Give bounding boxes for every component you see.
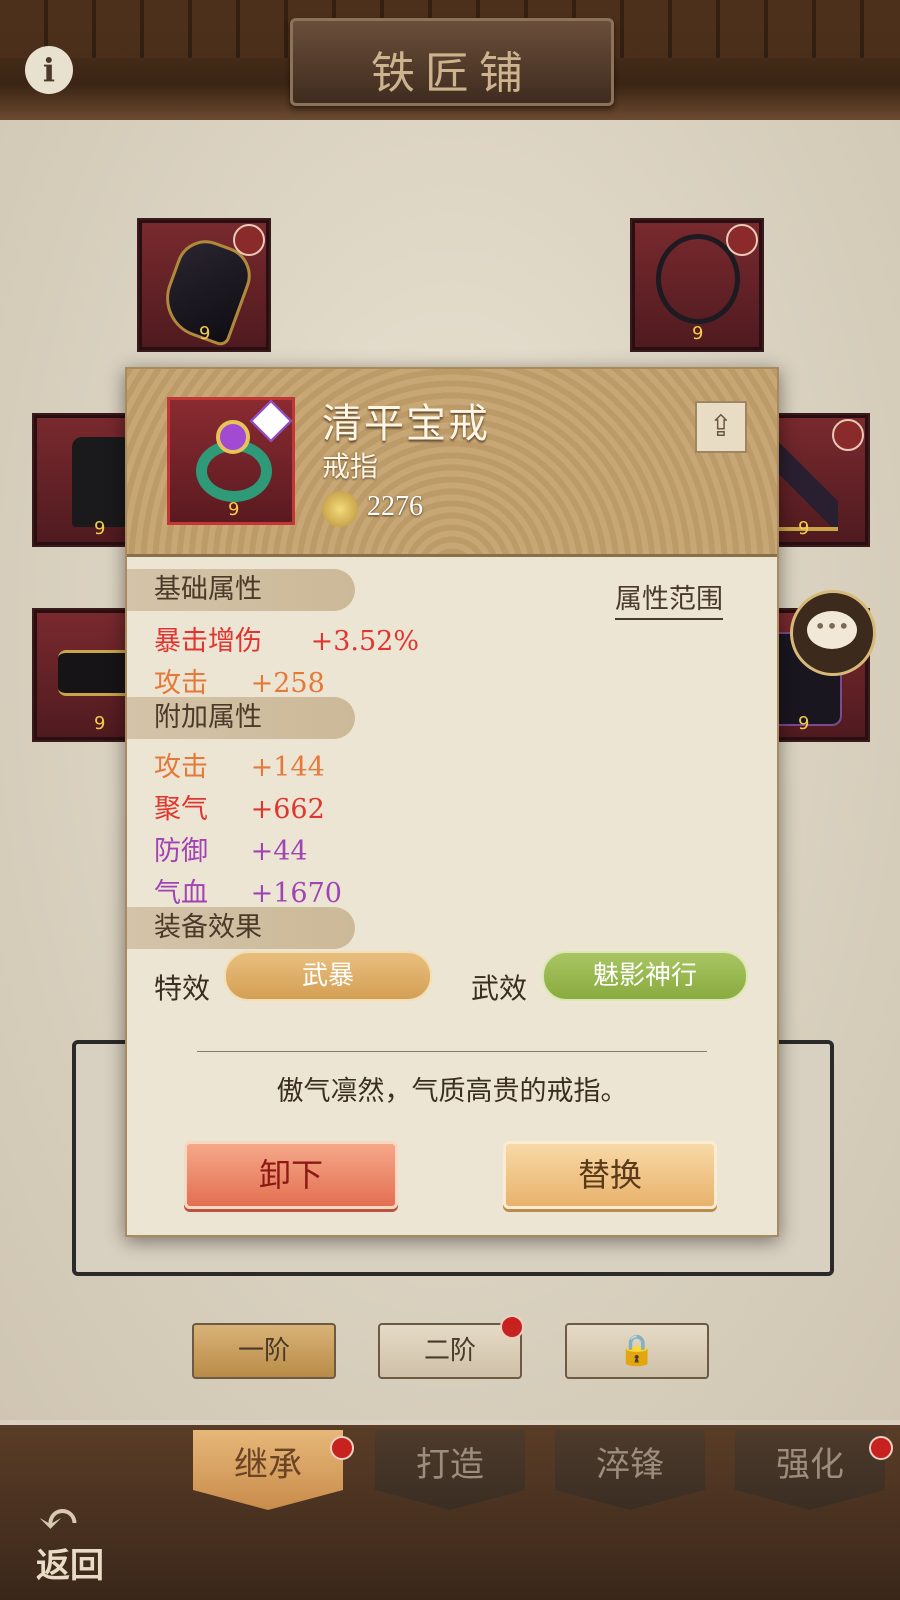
tier-2-button[interactable]: 二阶 <box>378 1315 524 1379</box>
extra-stat-row: 攻击 +144 <box>154 745 325 784</box>
special-effect-badge[interactable]: 武暴 <box>224 951 432 1001</box>
extra-stat-row: 气血 +1670 <box>154 871 342 910</box>
tier-1-button[interactable]: 一阶 <box>192 1323 336 1379</box>
basic-stat-row: 暴击增伤 +3.52% <box>154 619 419 658</box>
attribute-range-link[interactable]: 属性范围 <box>615 577 723 620</box>
basic-stat-row: 攻击 +258 <box>154 661 325 700</box>
stat-name: 攻击 <box>154 752 208 783</box>
item-icon[interactable]: 9 <box>167 397 295 525</box>
share-icon[interactable]: ⇪ <box>695 401 747 453</box>
stat-name: 防御 <box>154 836 208 867</box>
martial-effect-label: 武效 <box>471 972 528 1005</box>
info-icon[interactable]: i <box>25 46 73 94</box>
extra-stat-row: 防御 +44 <box>154 829 308 868</box>
tier-3-locked-button[interactable]: 🔒 <box>565 1323 709 1379</box>
power-value: 2276 <box>367 491 423 522</box>
stat-value: +144 <box>250 752 325 783</box>
basic-attributes-header: 基础属性 <box>127 569 355 611</box>
stat-value: +258 <box>250 668 325 699</box>
lock-icon: 🔒 <box>618 1333 656 1368</box>
slot-number: 9 <box>798 518 810 539</box>
popup-header: 9 清平宝戒 戒指 2276 ⇪ <box>127 369 777 557</box>
special-effect-label: 特效 <box>154 972 211 1005</box>
slot-number: 9 <box>692 323 704 344</box>
stat-name: 聚气 <box>154 794 208 825</box>
extra-attributes-header: 附加属性 <box>127 697 355 739</box>
power-icon <box>322 491 358 527</box>
slot-number: 9 <box>199 323 211 344</box>
replace-button[interactable]: 替换 <box>503 1141 717 1209</box>
stat-value: +3.52% <box>310 626 419 657</box>
grade-badge-icon <box>832 419 864 451</box>
chat-button[interactable]: ••• <box>790 590 876 676</box>
title-plaque: 铁匠铺 <box>290 18 614 106</box>
notification-dot <box>869 1436 893 1460</box>
notification-dot <box>500 1315 524 1339</box>
item-name: 清平宝戒 <box>322 401 490 447</box>
unequip-button[interactable]: 卸下 <box>184 1141 398 1209</box>
back-button[interactable]: ↶ 返回 <box>28 1490 128 1586</box>
stat-name: 攻击 <box>154 668 208 699</box>
item-detail-popup: 9 清平宝戒 戒指 2276 ⇪ 基础属性 属性范围 暴击增伤 +3.52% 攻… <box>125 367 779 1237</box>
stat-name: 气血 <box>154 878 208 909</box>
grade-badge-icon <box>726 224 758 256</box>
martial-effect-badge[interactable]: 魅影神行 <box>542 951 748 1001</box>
slot-bracer[interactable]: 9 <box>137 218 271 352</box>
divider <box>197 1051 707 1052</box>
item-type: 戒指 <box>322 450 379 483</box>
equip-effect-header: 装备效果 <box>127 907 355 949</box>
slot-number: 9 <box>94 713 106 734</box>
slot-number: 9 <box>94 518 106 539</box>
chat-icon: ••• <box>807 611 857 649</box>
stat-value: +1670 <box>250 878 342 909</box>
page-title: 铁匠铺 <box>371 48 533 99</box>
notification-dot <box>330 1436 354 1460</box>
stat-value: +662 <box>250 794 325 825</box>
extra-stat-row: 聚气 +662 <box>154 787 325 826</box>
back-label: 返回 <box>36 1546 104 1586</box>
item-number: 9 <box>228 499 240 520</box>
item-description: 傲气凛然，气质高贵的戒指。 <box>276 1076 628 1107</box>
stat-value: +44 <box>250 836 308 867</box>
grade-diamond-icon <box>249 399 293 443</box>
robe-icon <box>72 437 132 527</box>
slot-number: 9 <box>798 713 810 734</box>
jewel-icon <box>216 420 250 454</box>
tier-2-label: 二阶 <box>423 1336 476 1366</box>
stat-name: 暴击增伤 <box>154 626 262 657</box>
slot-necklace[interactable]: 9 <box>630 218 764 352</box>
grade-badge-icon <box>233 224 265 256</box>
